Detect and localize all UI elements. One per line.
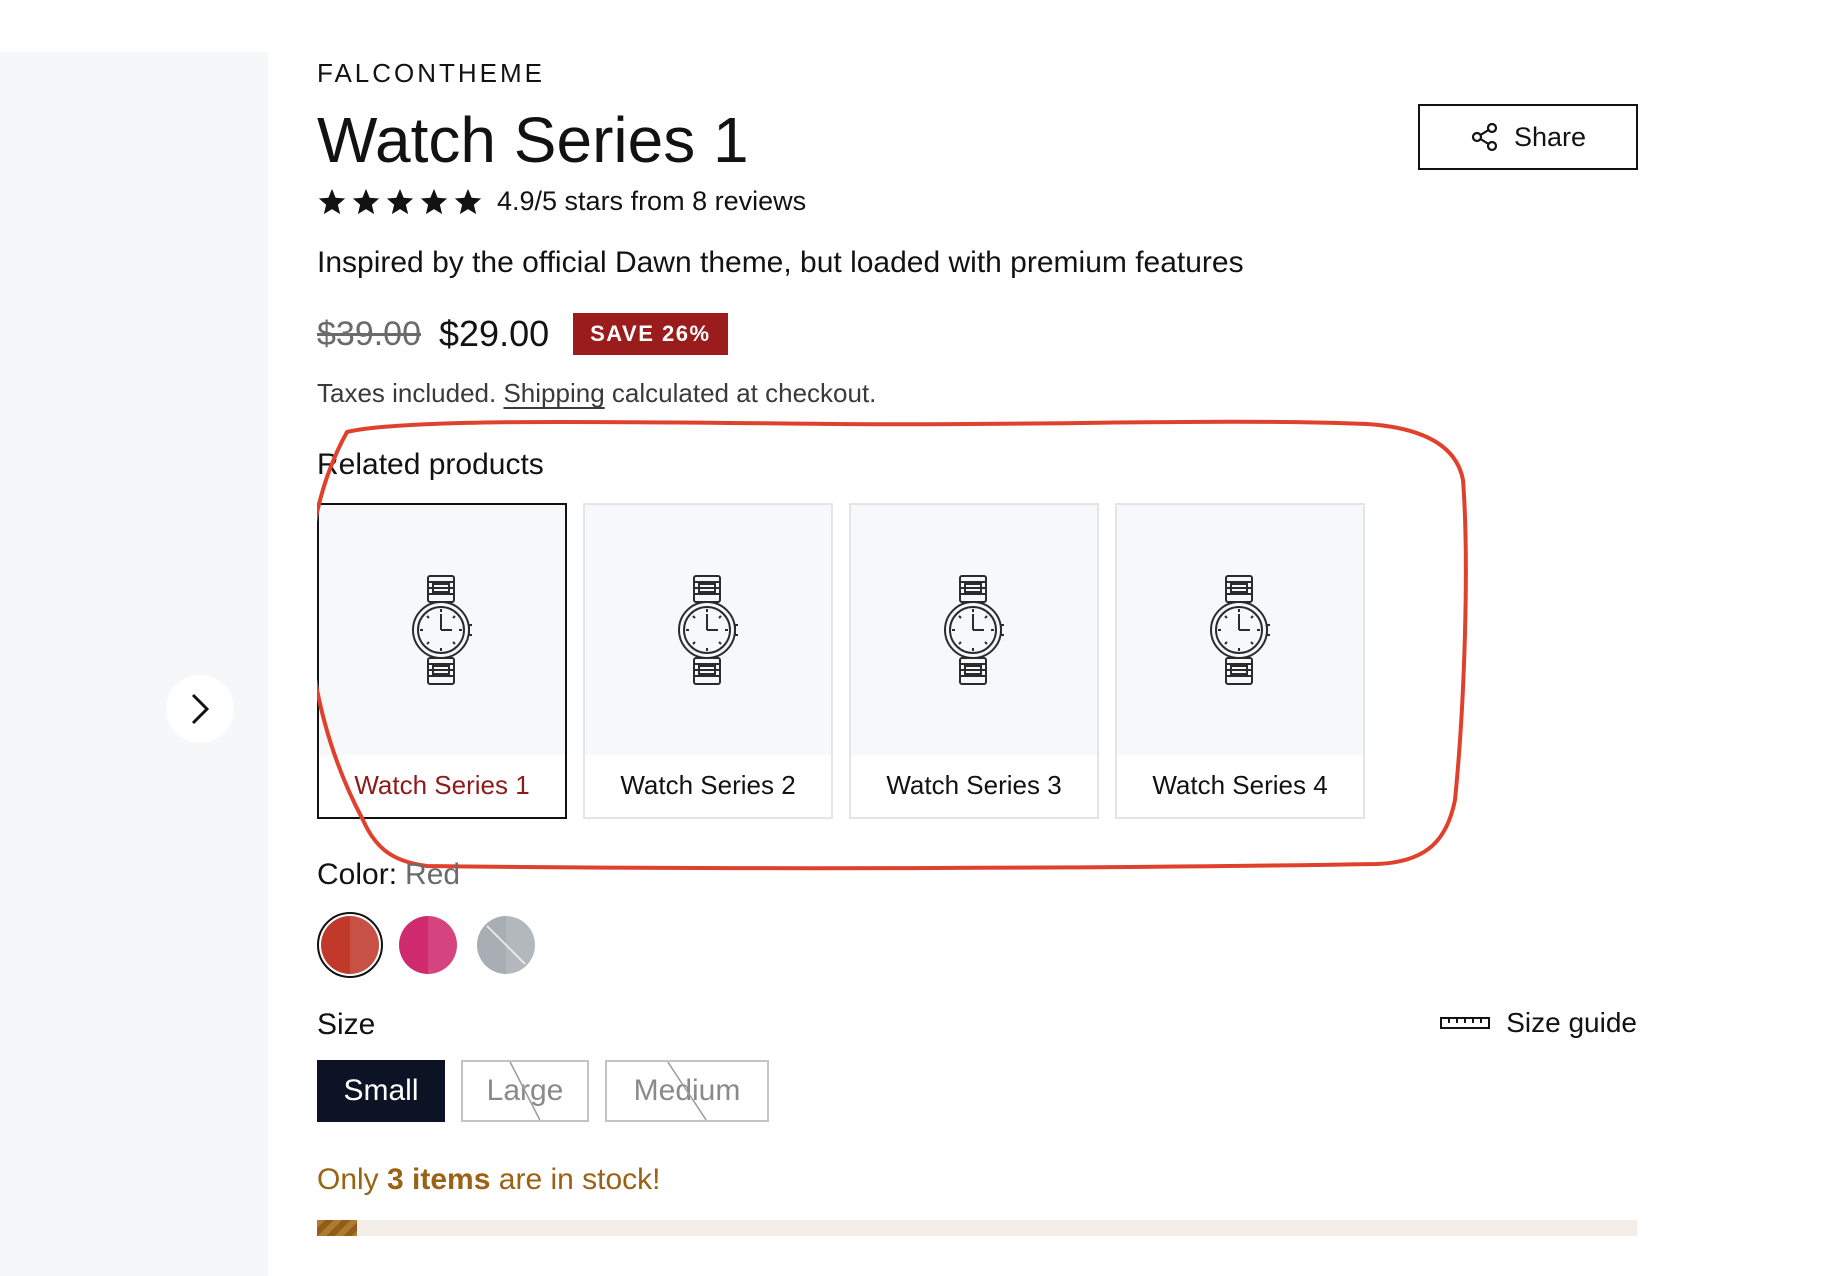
color-swatch-red[interactable] [317,912,383,978]
product-rating[interactable]: 4.9/5 stars from 8 reviews [317,186,806,217]
stock-level-bar [317,1220,1637,1236]
size-options: Small Large Medium [317,1060,769,1122]
stock-suffix: are in stock! [498,1163,661,1196]
color-label: Color: Red [317,858,460,892]
unavailable-strike [486,925,526,965]
product-gallery [0,52,268,1276]
stock-prefix: Only [317,1163,379,1196]
related-products-list: Watch Series 1 Watch Series 2 Watch Seri… [317,503,1417,819]
stock-count: 3 items [387,1163,491,1196]
size-option-label: Small [343,1074,419,1107]
size-option-medium[interactable]: Medium [605,1060,769,1122]
swatch-color [321,916,379,974]
star-icon [420,188,448,214]
sale-badge: SAVE 26% [573,313,728,355]
rating-stars [317,187,483,217]
related-product-card[interactable]: Watch Series 1 [317,503,567,819]
watch-icon [944,575,1004,685]
star-icon [386,188,414,214]
related-product-label: Watch Series 1 [354,769,530,800]
unavailable-strike [463,1062,587,1120]
sale-price: $29.00 [439,313,550,354]
watch-icon [678,575,738,685]
watch-icon [412,575,472,685]
tax-note-suffix: calculated at checkout. [611,378,877,408]
swatch-color [477,916,535,974]
size-option-large[interactable]: Large [461,1060,589,1122]
product-info: FALCONTHEME Watch Series 1 Share 4.9/5 s… [317,0,1638,1276]
size-option-small[interactable]: Small [317,1060,445,1122]
related-product-card[interactable]: Watch Series 4 [1115,503,1365,819]
compare-at-price: $39.00 [317,314,421,353]
color-label-text: Color: [317,858,398,891]
tax-note-prefix: Taxes included. [317,378,497,408]
related-product-card[interactable]: Watch Series 2 [583,503,833,819]
color-swatch-gray[interactable] [473,912,539,978]
swatch-color [399,916,457,974]
ruler-icon [1440,1017,1491,1029]
unavailable-strike [607,1062,767,1120]
star-icon [352,188,380,214]
related-product-label: Watch Series 2 [620,769,796,800]
gallery-next-button[interactable] [166,675,234,743]
product-title: Watch Series 1 [317,104,749,176]
related-products-title: Related products [317,448,544,481]
star-icon [318,188,346,214]
share-icon [1471,122,1498,152]
watch-icon [1210,575,1270,685]
chevron-right-icon [191,693,210,725]
size-guide-label: Size guide [1506,1007,1637,1038]
related-product-label: Watch Series 4 [1152,769,1328,800]
share-button[interactable]: Share [1418,104,1638,170]
color-swatch-pink[interactable] [395,912,461,978]
size-guide-link[interactable]: Size guide [1440,1007,1637,1039]
product-thumbnail [1117,505,1363,755]
color-value: Red [405,858,461,891]
shipping-link[interactable]: Shipping [503,378,604,408]
related-product-label: Watch Series 3 [886,769,1062,800]
color-swatches [317,912,539,978]
product-thumbnail [851,505,1097,755]
rating-text: 4.9/5 stars from 8 reviews [497,186,807,216]
product-tagline: Inspired by the official Dawn theme, but… [317,246,1244,279]
star-icon [454,188,482,214]
related-product-card[interactable]: Watch Series 3 [849,503,1099,819]
product-thumbnail [319,505,565,755]
product-thumbnail [585,505,831,755]
stock-notice: Only 3 items are in stock! [317,1163,661,1197]
stock-level-fill [317,1220,357,1236]
size-label: Size [317,1008,376,1041]
share-label: Share [1513,121,1587,152]
price-row: $39.00 $29.00 SAVE 26% [317,313,728,355]
tax-note: Taxes included. Shipping calculated at c… [317,378,876,409]
product-vendor: FALCONTHEME [317,58,546,88]
